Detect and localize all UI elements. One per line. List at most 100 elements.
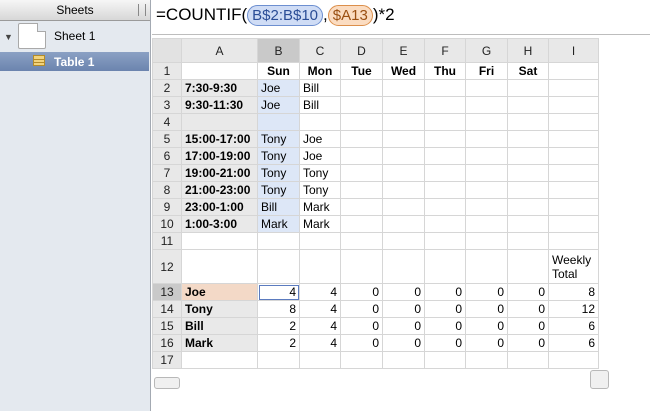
cell-d1[interactable]: Tue [340,62,383,80]
cell-i6[interactable] [548,147,599,165]
cell-i17[interactable] [548,351,599,369]
column-header-b[interactable]: B [257,38,300,63]
cell-g8[interactable] [465,181,508,199]
cell-f12[interactable] [424,249,466,284]
cell-h13[interactable]: 0 [507,283,549,301]
row-header[interactable]: 11 [152,232,182,250]
cell-c17[interactable] [299,351,341,369]
cell-g16[interactable]: 0 [465,334,508,352]
cell-c8[interactable]: Tony [299,181,341,199]
cell-a9[interactable]: 23:00-1:00 [181,198,258,216]
column-header-i[interactable]: I [548,38,599,63]
cell-b11[interactable] [257,232,300,250]
cell-a1[interactable] [181,62,258,80]
cell-f16[interactable]: 0 [424,334,466,352]
cell-h2[interactable] [507,79,549,97]
row-header[interactable]: 6 [152,147,182,165]
row-header[interactable]: 3 [152,96,182,114]
cell-b8[interactable]: Tony [257,181,300,199]
cell-i9[interactable] [548,198,599,216]
cell-c6[interactable]: Joe [299,147,341,165]
cell-i3[interactable] [548,96,599,114]
cell-f4[interactable] [424,113,466,131]
row-header[interactable]: 9 [152,198,182,216]
cell-b12[interactable] [257,249,300,284]
row-header[interactable]: 15 [152,317,182,335]
row-header[interactable]: 13 [152,283,182,301]
cell-f5[interactable] [424,130,466,148]
column-header-h[interactable]: H [507,38,549,63]
row-header[interactable]: 2 [152,79,182,97]
cell-a2[interactable]: 7:30-9:30 [181,79,258,97]
cell-c12[interactable] [299,249,341,284]
cell-i1[interactable] [548,62,599,80]
cell-g15[interactable]: 0 [465,317,508,335]
cell-g1[interactable]: Fri [465,62,508,80]
cell-f3[interactable] [424,96,466,114]
column-header-a[interactable]: A [181,38,258,63]
column-header-f[interactable]: F [424,38,466,63]
formula-criteria-token[interactable]: $A13 [327,5,373,26]
cell-c16[interactable]: 4 [299,334,341,352]
cell-d9[interactable] [340,198,383,216]
column-header-c[interactable]: C [299,38,341,63]
cell-a11[interactable] [181,232,258,250]
cell-a15[interactable]: Bill [181,317,258,335]
cell-c7[interactable]: Tony [299,164,341,182]
cell-a17[interactable] [181,351,258,369]
cell-d3[interactable] [340,96,383,114]
cell-f2[interactable] [424,79,466,97]
cell-e15[interactable]: 0 [382,317,425,335]
cell-c5[interactable]: Joe [299,130,341,148]
cell-g6[interactable] [465,147,508,165]
cell-b13[interactable]: 4 [257,283,300,301]
cell-d13[interactable]: 0 [340,283,383,301]
cell-e12[interactable] [382,249,425,284]
table-resize-handle[interactable] [590,370,609,389]
cell-f13[interactable]: 0 [424,283,466,301]
cell-b3[interactable]: Joe [257,96,300,114]
cell-i14[interactable]: 12 [548,300,599,318]
column-header-d[interactable]: D [340,38,383,63]
row-header[interactable]: 5 [152,130,182,148]
cell-c2[interactable]: Bill [299,79,341,97]
cell-f7[interactable] [424,164,466,182]
cell-g2[interactable] [465,79,508,97]
cell-g11[interactable] [465,232,508,250]
cell-b9[interactable]: Bill [257,198,300,216]
cell-i11[interactable] [548,232,599,250]
cell-i7[interactable] [548,164,599,182]
cell-d12[interactable] [340,249,383,284]
cell-d8[interactable] [340,181,383,199]
row-header[interactable]: 8 [152,181,182,199]
cell-i10[interactable] [548,215,599,233]
cell-d11[interactable] [340,232,383,250]
cell-g13[interactable]: 0 [465,283,508,301]
row-header[interactable]: 14 [152,300,182,318]
cell-e5[interactable] [382,130,425,148]
cell-f9[interactable] [424,198,466,216]
cell-g5[interactable] [465,130,508,148]
cell-a8[interactable]: 21:00-23:00 [181,181,258,199]
cell-f8[interactable] [424,181,466,199]
cell-c10[interactable]: Mark [299,215,341,233]
cell-e17[interactable] [382,351,425,369]
cell-h12[interactable] [507,249,549,284]
cell-c9[interactable]: Mark [299,198,341,216]
cell-g14[interactable]: 0 [465,300,508,318]
cell-h5[interactable] [507,130,549,148]
row-header[interactable]: 1 [152,62,182,80]
formula-bar[interactable]: =COUNTIF(B$2:B$10, $A13)*2 [152,0,650,35]
cell-d17[interactable] [340,351,383,369]
formula-range-token[interactable]: B$2:B$10 [247,5,324,26]
cell-a4[interactable] [181,113,258,131]
cell-h6[interactable] [507,147,549,165]
cell-b6[interactable]: Tony [257,147,300,165]
cell-e16[interactable]: 0 [382,334,425,352]
cell-d7[interactable] [340,164,383,182]
cell-f11[interactable] [424,232,466,250]
column-header-g[interactable]: G [465,38,508,63]
cell-d6[interactable] [340,147,383,165]
cell-d5[interactable] [340,130,383,148]
cell-g7[interactable] [465,164,508,182]
